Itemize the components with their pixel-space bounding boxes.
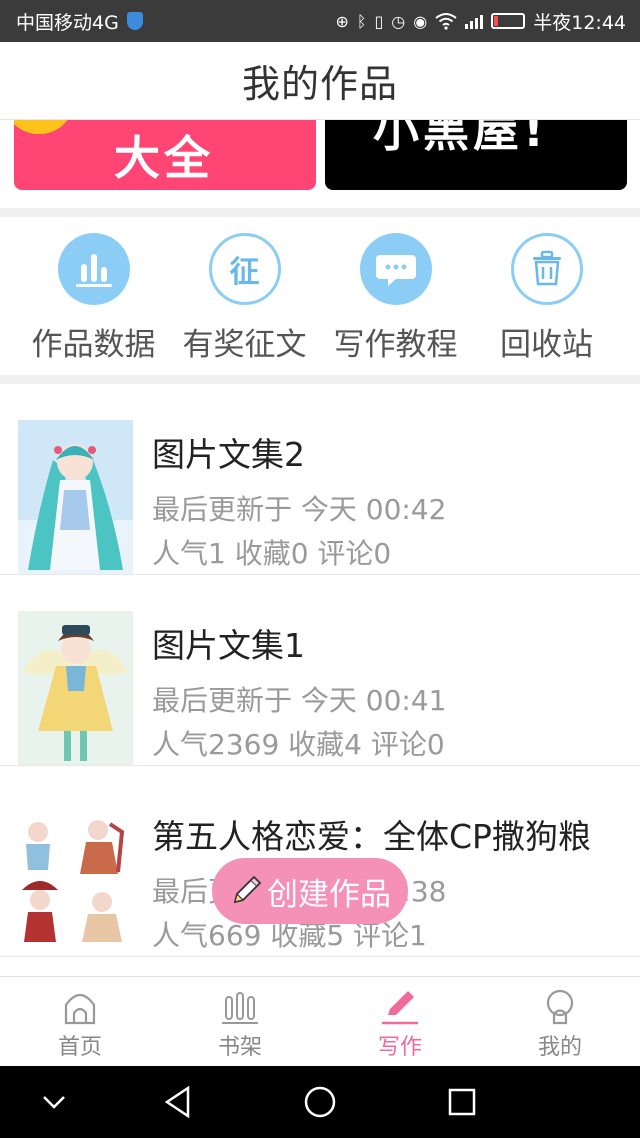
trash-icon <box>510 233 583 305</box>
contest-icon: 征 <box>208 233 281 305</box>
work-title: 图片文集1 <box>152 626 305 665</box>
list-item[interactable]: 图片文集1 最后更新于 今天 00:41 人气2369 收藏4 评论0 <box>0 575 640 766</box>
work-updated: 最后更新于 今天 00:41 <box>152 684 447 717</box>
eye-icon: ◉ <box>413 11 428 31</box>
bar-chart-icon <box>57 233 130 305</box>
banner-decoration <box>14 120 74 134</box>
work-updated: 最后更新于 今天 00:42 <box>152 493 447 526</box>
battery-level <box>494 16 499 26</box>
alarm-icon: ◷ <box>391 11 406 31</box>
system-nav-bar <box>0 1066 640 1138</box>
menu-item-label: 作品数据 <box>31 327 156 363</box>
nav-collapse-button[interactable] <box>36 1084 72 1120</box>
bluetooth-icon: ᛒ <box>356 11 367 31</box>
banner-carousel[interactable]: 大全 小黑屋! <box>0 120 640 208</box>
tab-label: 我的 <box>537 1035 582 1060</box>
cover-image[interactable] <box>18 611 133 765</box>
cover-image[interactable] <box>18 802 133 956</box>
clock: 半夜12:44 <box>533 11 626 34</box>
menu-item-tutorial[interactable]: 写作教程 <box>320 217 471 375</box>
menu-item-contest[interactable]: 征 有奖征文 <box>169 217 320 375</box>
menu-item-label: 写作教程 <box>333 327 458 363</box>
screen: 中国移动4G ⊕ ᛒ ▯ ◷ ◉ 半夜12:44 我的作品 大全 小黑屋! 作品… <box>0 0 640 1138</box>
create-button-label: 创建作品 <box>267 876 391 913</box>
list-item[interactable]: 图片文集2 最后更新于 今天 00:42 人气1 收藏0 评论0 <box>0 384 640 575</box>
divider <box>0 208 640 217</box>
chat-bubble-icon <box>359 233 432 305</box>
quick-menu: 作品数据 征 有奖征文 写作教程 回收站 <box>0 217 640 375</box>
tab-label: 首页 <box>57 1035 102 1060</box>
menu-item-work-data[interactable]: 作品数据 <box>18 217 169 375</box>
back-triangle-icon <box>164 1085 190 1119</box>
nav-recents-button[interactable] <box>444 1084 480 1120</box>
work-title: 第五人格恋爱：全体CP撒狗粮 <box>152 817 591 856</box>
nfc-icon: ⊕ <box>335 11 349 31</box>
status-bar: 中国移动4G ⊕ ᛒ ▯ ◷ ◉ 半夜12:44 <box>0 0 640 42</box>
menu-item-label: 有奖征文 <box>182 327 307 363</box>
status-left: 中国移动4G <box>16 8 143 35</box>
pencil-icon <box>233 875 262 904</box>
work-stats: 人气2369 收藏4 评论0 <box>152 728 445 761</box>
divider <box>0 375 640 384</box>
home-circle-icon <box>304 1086 336 1118</box>
profile-icon <box>546 989 574 1025</box>
banner-left[interactable]: 大全 <box>14 120 316 190</box>
tab-bookshelf[interactable]: 书架 <box>160 977 320 1066</box>
banner-right-text: 小黑屋! <box>373 120 548 157</box>
app-header: 我的作品 <box>0 42 640 120</box>
contest-icon-text: 征 <box>229 255 260 290</box>
home-icon <box>64 993 96 1025</box>
status-right: ⊕ ᛒ ▯ ◷ ◉ 半夜12:44 <box>335 8 626 35</box>
bookshelf-icon <box>222 992 258 1024</box>
tab-home[interactable]: 首页 <box>0 977 160 1066</box>
banner-right[interactable]: 小黑屋! <box>325 120 627 190</box>
cover-image[interactable] <box>18 420 133 574</box>
recents-square-icon <box>448 1088 476 1116</box>
menu-item-recycle-bin[interactable]: 回收站 <box>471 217 622 375</box>
pencil-icon <box>382 991 418 1025</box>
tab-write[interactable]: 写作 <box>320 977 480 1066</box>
tab-label: 书架 <box>217 1035 262 1060</box>
work-stats: 人气1 收藏0 评论0 <box>152 537 392 570</box>
signal-icon <box>465 13 484 29</box>
vibrate-icon: ▯ <box>374 11 384 31</box>
nav-home-button[interactable] <box>302 1084 338 1120</box>
battery-icon <box>491 13 526 29</box>
menu-item-label: 回收站 <box>500 327 593 363</box>
wifi-icon <box>435 13 457 30</box>
chevron-down-icon <box>43 1096 65 1109</box>
tab-label: 写作 <box>377 1035 422 1060</box>
shield-icon <box>126 12 143 30</box>
tab-profile[interactable]: 我的 <box>480 977 640 1066</box>
page-title: 我的作品 <box>241 62 398 106</box>
create-work-button[interactable]: 创建作品 <box>212 858 408 924</box>
work-title: 图片文集2 <box>152 435 305 474</box>
bottom-tab-bar: 首页 书架 写作 我的 <box>0 976 640 1066</box>
banner-left-text: 大全 <box>114 131 214 185</box>
carrier-label: 中国移动4G <box>16 11 119 34</box>
nav-back-button[interactable] <box>160 1084 196 1120</box>
